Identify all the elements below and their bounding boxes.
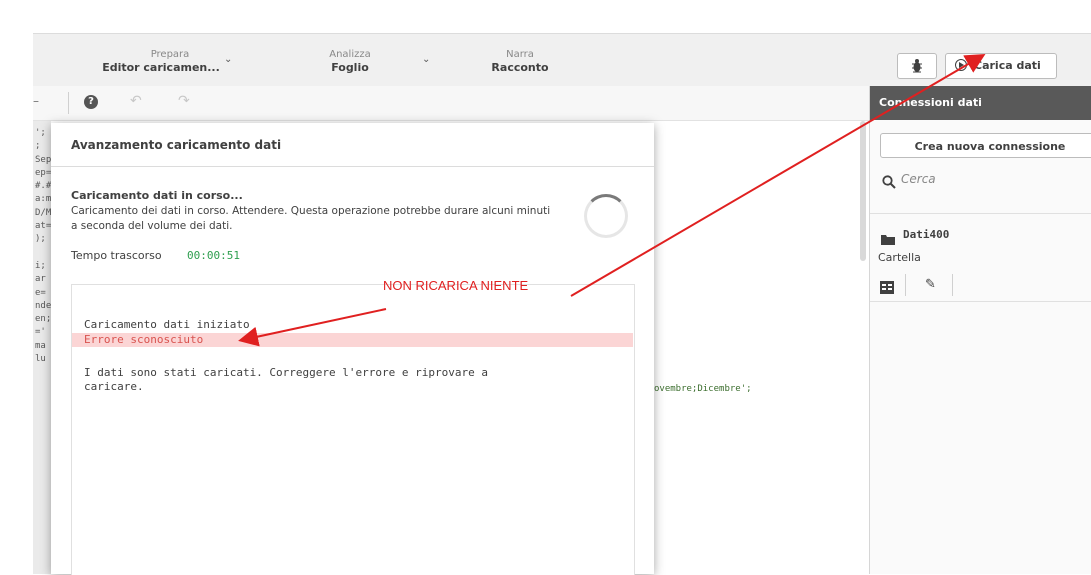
arrow-to-error	[238, 308, 387, 347]
arrow-to-load-button	[570, 53, 986, 297]
annotation-arrows	[238, 53, 986, 347]
